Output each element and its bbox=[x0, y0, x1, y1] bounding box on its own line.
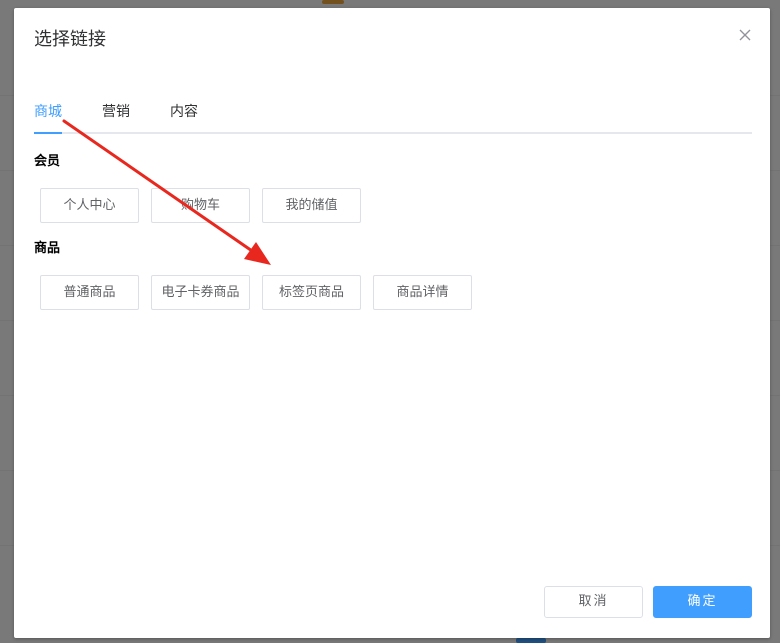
tab-mall[interactable]: 商城 bbox=[34, 102, 62, 134]
tab-label: 内容 bbox=[170, 104, 198, 120]
close-icon bbox=[739, 29, 751, 41]
link-normal-goods-button[interactable]: 普通商品 bbox=[40, 275, 139, 310]
dialog-title: 选择链接 bbox=[34, 29, 106, 50]
tab-bar: 商城 营销 内容 bbox=[34, 98, 752, 134]
section-title-member: 会员 bbox=[34, 154, 61, 169]
active-tab-indicator bbox=[34, 132, 62, 134]
cancel-button[interactable]: 取消 bbox=[544, 586, 643, 618]
link-ecard-goods-button[interactable]: 电子卡券商品 bbox=[151, 275, 250, 310]
section-title-goods: 商品 bbox=[34, 241, 61, 256]
link-goods-detail-button[interactable]: 商品详情 bbox=[373, 275, 472, 310]
link-cart-button[interactable]: 购物车 bbox=[151, 188, 250, 223]
close-button[interactable] bbox=[738, 28, 752, 42]
link-tag-page-goods-button[interactable]: 标签页商品 bbox=[262, 275, 361, 310]
select-link-dialog: 选择链接 商城 营销 内容 会员 个人中心 购物车 我的储值 商品 普通商品 电… bbox=[14, 8, 770, 638]
confirm-button[interactable]: 确定 bbox=[653, 586, 752, 618]
link-personal-center-button[interactable]: 个人中心 bbox=[40, 188, 139, 223]
tab-label: 营销 bbox=[102, 104, 130, 120]
link-my-balance-button[interactable]: 我的储值 bbox=[262, 188, 361, 223]
tab-label: 商城 bbox=[34, 104, 62, 120]
tab-content[interactable]: 内容 bbox=[170, 102, 198, 122]
tab-marketing[interactable]: 营销 bbox=[102, 102, 130, 122]
